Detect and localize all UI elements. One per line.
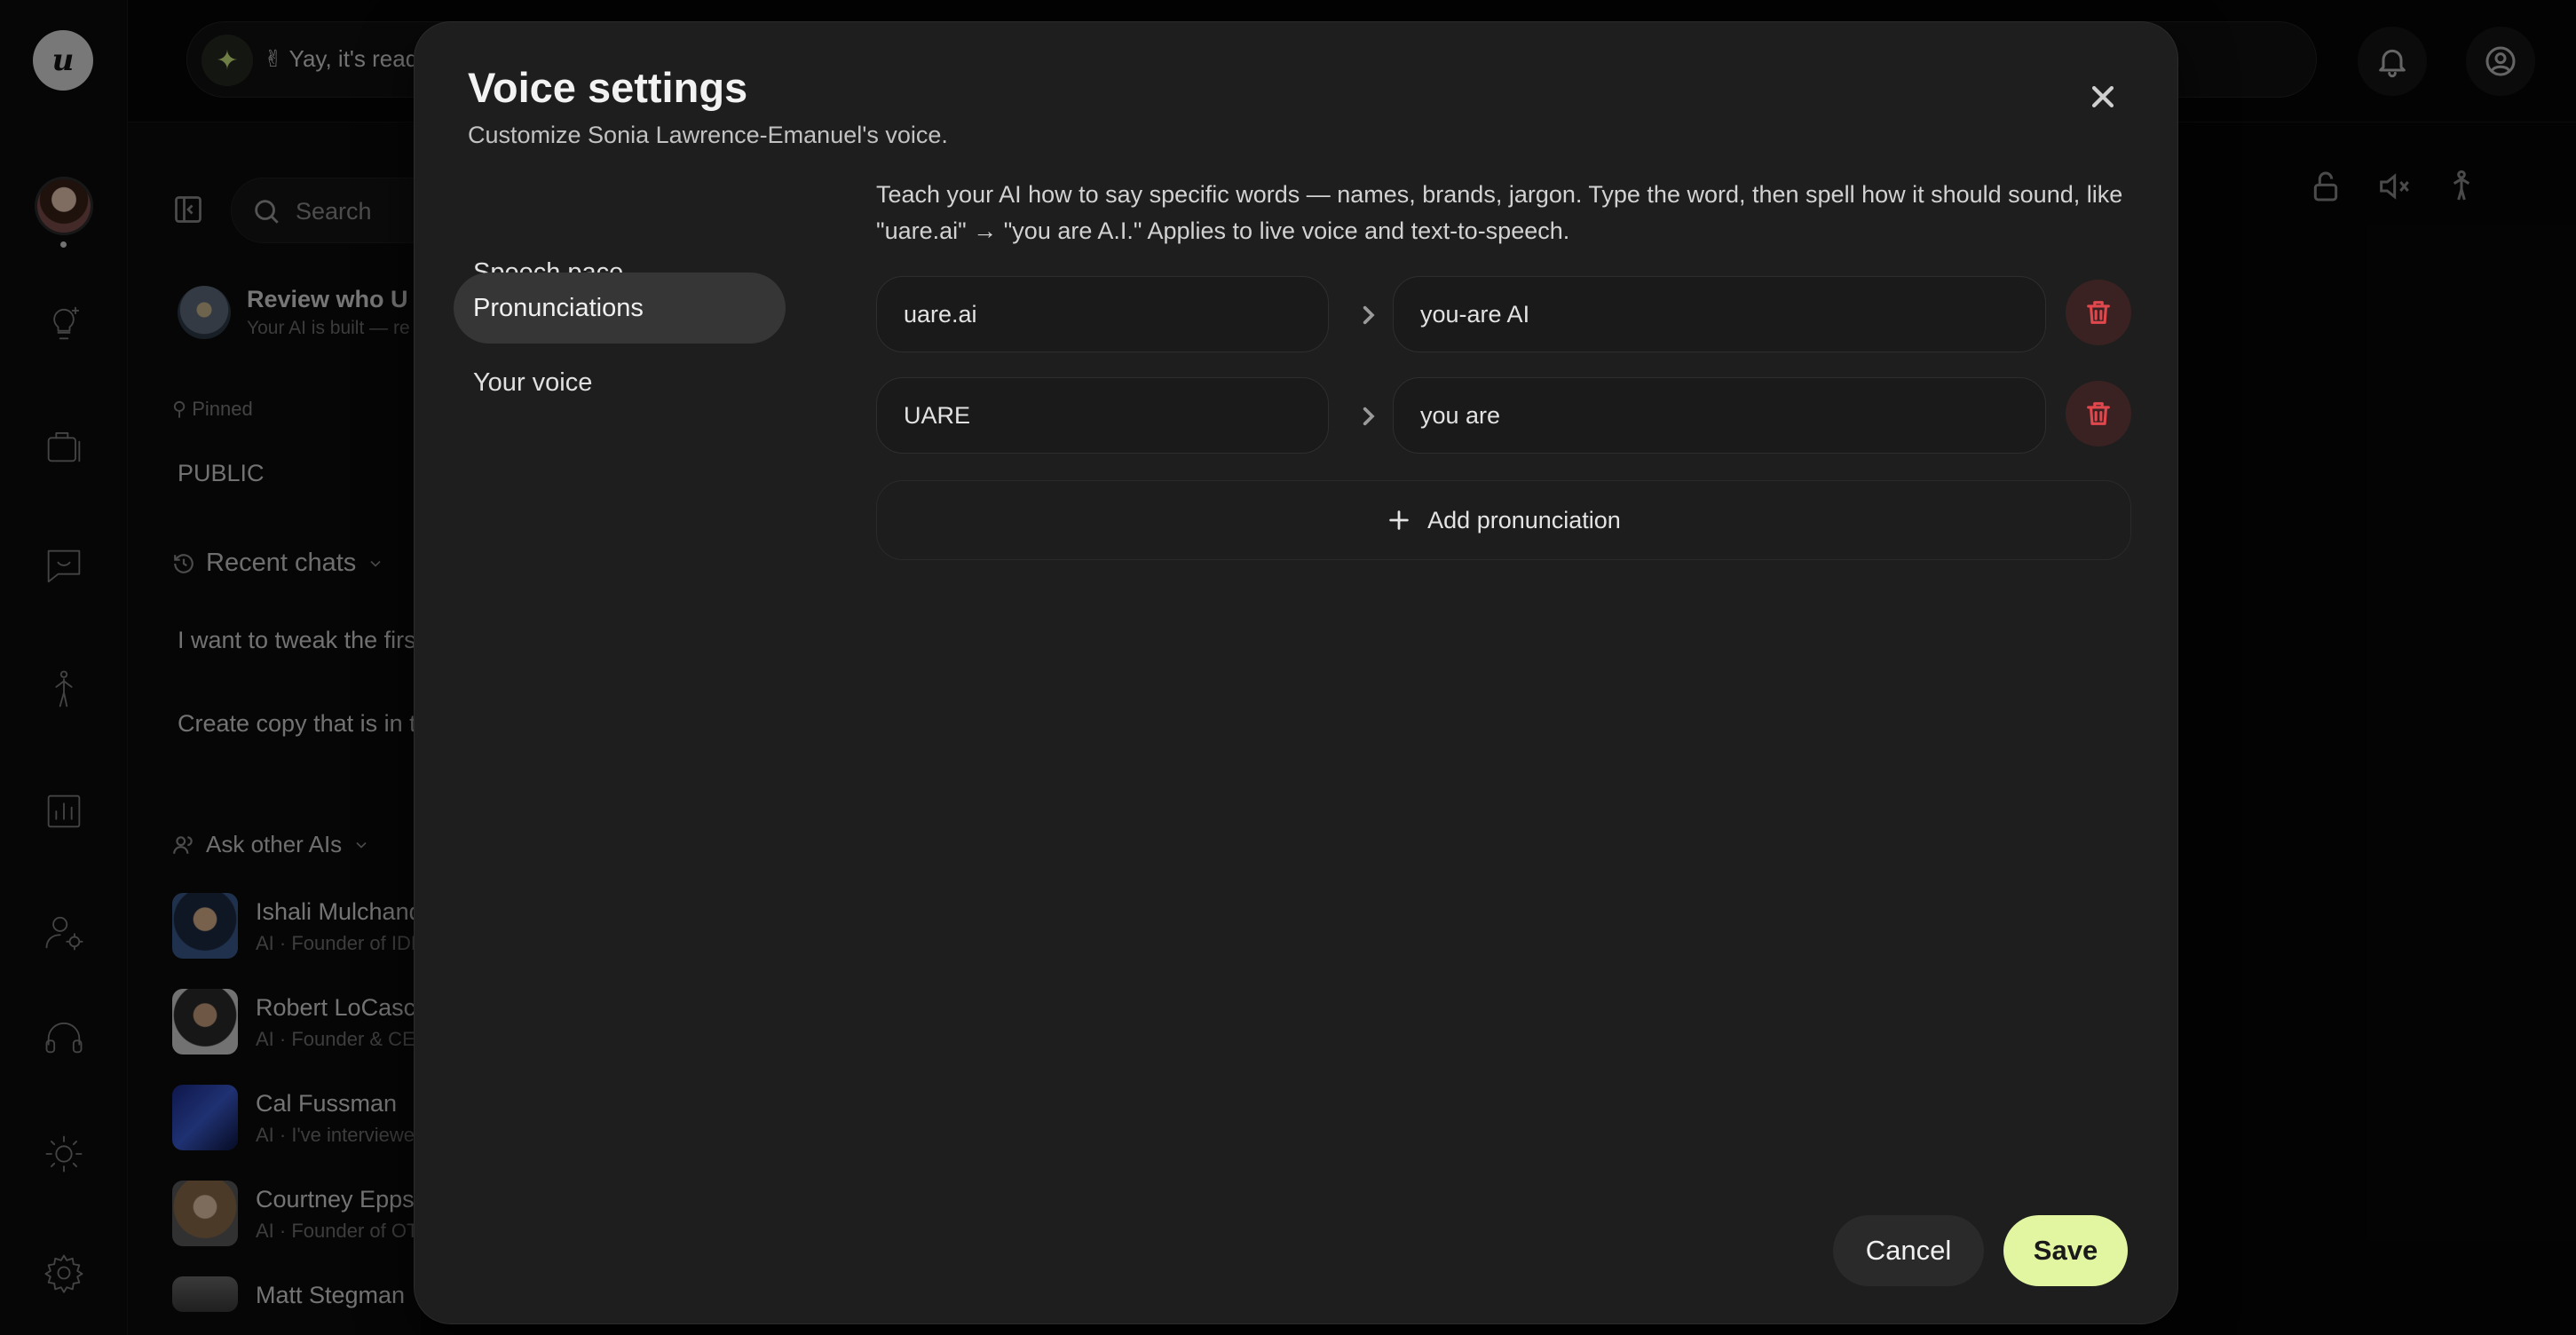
sounds-like-input[interactable]: you are bbox=[1393, 377, 2046, 454]
pronunciation-row: uare.ai you-are AI bbox=[876, 276, 2131, 354]
dialog-subtitle: Customize Sonia Lawrence-Emanuel's voice… bbox=[468, 122, 948, 148]
pronunciation-row: UARE you are bbox=[876, 377, 2131, 455]
pronunciation-description: Teach your AI how to say specific words … bbox=[876, 181, 2123, 244]
close-icon bbox=[2091, 85, 2114, 108]
word-input[interactable]: UARE bbox=[876, 377, 1329, 454]
close-button[interactable] bbox=[2076, 70, 2130, 123]
add-pronunciation-button[interactable]: Add pronunciation bbox=[876, 480, 2131, 560]
save-button[interactable]: Save bbox=[2003, 1215, 2128, 1286]
sounds-like-input[interactable]: you-are AI bbox=[1393, 276, 2046, 352]
cancel-button[interactable]: Cancel bbox=[1833, 1215, 1984, 1286]
voice-settings-dialog: Voice settings Customize Sonia Lawrence-… bbox=[414, 21, 2178, 1324]
trash-icon bbox=[2087, 402, 2110, 425]
plus-icon bbox=[1389, 510, 1409, 530]
dialog-title: Voice settings bbox=[468, 64, 748, 111]
word-input[interactable]: uare.ai bbox=[876, 276, 1329, 352]
app-root: u ✦ ✌ Yay, it's read Search Review who U… bbox=[0, 0, 2576, 1335]
nav-pronunciations[interactable]: Pronunciations bbox=[454, 273, 786, 344]
chevron-right-icon bbox=[1350, 399, 1386, 434]
chevron-right-icon bbox=[1350, 297, 1386, 333]
add-pronunciation-label: Add pronunciation bbox=[1427, 506, 1621, 533]
trash-icon bbox=[2087, 301, 2110, 324]
delete-pronunciation-button[interactable] bbox=[2066, 381, 2131, 446]
delete-pronunciation-button[interactable] bbox=[2066, 280, 2131, 345]
nav-your-voice[interactable]: Your voice bbox=[454, 347, 786, 418]
